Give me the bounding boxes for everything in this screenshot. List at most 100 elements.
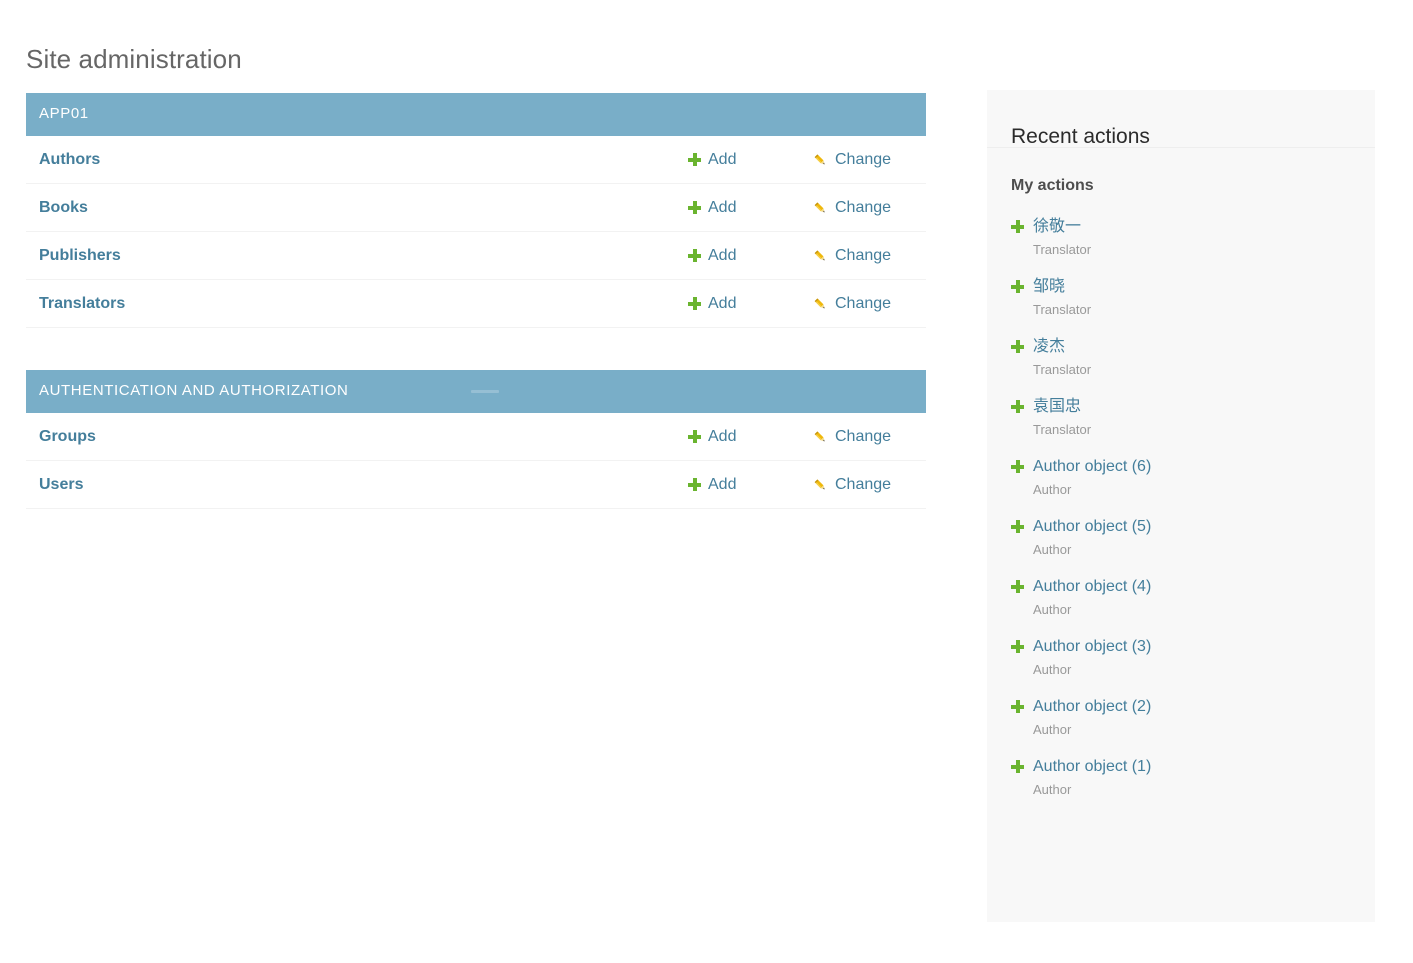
- recent-action-head: Author object (6): [1011, 457, 1351, 477]
- module-caption-label: AUTHENTICATION AND AUTHORIZATION: [39, 382, 349, 399]
- model-actions: Add Change: [688, 199, 913, 217]
- plus-icon: [1011, 760, 1024, 773]
- recent-action-item: 袁国忠 Translator: [1011, 397, 1351, 438]
- change-link-label: Change: [835, 198, 892, 216]
- module-caption-label: APP01: [39, 105, 89, 122]
- recent-action-item: Author object (3) Author: [1011, 637, 1351, 678]
- recent-action-head: Author object (4): [1011, 577, 1351, 597]
- plus-icon: [1011, 220, 1024, 233]
- pencil-icon: [813, 478, 828, 493]
- model-row: Translators Add Change: [26, 280, 926, 328]
- change-link[interactable]: Change: [813, 247, 913, 265]
- recent-action-object-link[interactable]: 徐敬一: [1033, 217, 1081, 237]
- recent-action-head: Author object (5): [1011, 517, 1351, 537]
- pencil-icon: [813, 297, 828, 312]
- recent-action-object-link[interactable]: Author object (1): [1033, 757, 1151, 777]
- add-link-label: Add: [708, 150, 737, 168]
- add-link-label: Add: [708, 246, 737, 264]
- model-row: Books Add Change: [26, 184, 926, 232]
- model-actions: Add Change: [688, 295, 913, 313]
- recent-action-head: 邹晓: [1011, 277, 1351, 297]
- app-module: AUTHENTICATION AND AUTHORIZATION Groups Ad…: [26, 370, 926, 509]
- model-row: Groups Add Change: [26, 413, 926, 461]
- recent-action-head: Author object (1): [1011, 757, 1351, 777]
- recent-action-head: 徐敬一: [1011, 217, 1351, 237]
- pencil-icon: [813, 201, 828, 216]
- recent-action-item: Author object (6) Author: [1011, 457, 1351, 498]
- model-row: Publishers Add Change: [26, 232, 926, 280]
- model-link-users[interactable]: Users: [39, 475, 688, 495]
- model-link-authors[interactable]: Authors: [39, 150, 688, 170]
- change-link[interactable]: Change: [813, 295, 913, 313]
- plus-icon: [688, 201, 701, 214]
- plus-icon: [1011, 700, 1024, 713]
- model-row: Users Add Change: [26, 461, 926, 509]
- recent-action-item: Author object (5) Author: [1011, 517, 1351, 558]
- recent-action-head: Author object (3): [1011, 637, 1351, 657]
- plus-icon: [1011, 340, 1024, 353]
- admin-index-page: Site administration APP01 Authors Add Chang…: [0, 0, 1413, 963]
- add-link[interactable]: Add: [688, 199, 813, 217]
- recent-action-object-link[interactable]: 袁国忠: [1033, 397, 1081, 417]
- plus-icon: [1011, 520, 1024, 533]
- pencil-icon: [813, 153, 828, 168]
- add-link[interactable]: Add: [688, 247, 813, 265]
- change-link[interactable]: Change: [813, 151, 913, 169]
- module-caption[interactable]: AUTHENTICATION AND AUTHORIZATION: [26, 370, 926, 413]
- recent-action-model-name: Translator: [1033, 422, 1092, 437]
- module-caption[interactable]: APP01: [26, 93, 926, 136]
- add-link[interactable]: Add: [688, 476, 813, 494]
- model-row: Authors Add Change: [26, 136, 926, 184]
- plus-icon: [1011, 400, 1024, 413]
- plus-icon: [1011, 280, 1024, 293]
- recent-action-model-name: Author: [1033, 782, 1072, 797]
- change-link[interactable]: Change: [813, 428, 913, 446]
- model-actions: Add Change: [688, 428, 913, 446]
- add-link-label: Add: [708, 427, 737, 445]
- change-link[interactable]: Change: [813, 199, 913, 217]
- add-link[interactable]: Add: [688, 428, 813, 446]
- change-link-label: Change: [835, 246, 892, 264]
- recent-action-object-link[interactable]: Author object (2): [1033, 697, 1151, 717]
- model-link-groups[interactable]: Groups: [39, 427, 688, 447]
- recent-action-object-link[interactable]: 邹晓: [1033, 277, 1065, 297]
- pencil-icon: [813, 249, 828, 264]
- recent-action-object-link[interactable]: Author object (3): [1033, 637, 1151, 657]
- model-actions: Add Change: [688, 151, 913, 169]
- recent-action-object-link[interactable]: 凌杰: [1033, 337, 1065, 357]
- recent-action-object-link[interactable]: Author object (5): [1033, 517, 1151, 537]
- recent-action-model-name: Author: [1033, 482, 1072, 497]
- recent-action-head: 袁国忠: [1011, 397, 1351, 417]
- plus-icon: [688, 153, 701, 166]
- recent-action-object-link[interactable]: Author object (6): [1033, 457, 1151, 477]
- model-link-translators[interactable]: Translators: [39, 294, 688, 314]
- recent-actions-list: 徐敬一 Translator 邹晓 Translator 凌杰 Translator 袁国忠…: [1011, 217, 1351, 798]
- recent-action-object-link[interactable]: Author object (4): [1033, 577, 1151, 597]
- add-link-label: Add: [708, 294, 737, 312]
- recent-action-model-name: Author: [1033, 602, 1072, 617]
- recent-action-model-name: Author: [1033, 662, 1072, 677]
- recent-action-model-name: Translator: [1033, 362, 1092, 377]
- recent-action-model-name: Translator: [1033, 302, 1092, 317]
- recent-action-model-name: Author: [1033, 722, 1072, 737]
- sidebar-title: Recent actions: [987, 90, 1375, 148]
- add-link-label: Add: [708, 475, 737, 493]
- model-actions: Add Change: [688, 247, 913, 265]
- module-collapse-toggle-icon[interactable]: [471, 390, 499, 393]
- add-link[interactable]: Add: [688, 295, 813, 313]
- recent-action-item: 徐敬一 Translator: [1011, 217, 1351, 258]
- plus-icon: [1011, 460, 1024, 473]
- change-link-label: Change: [835, 294, 892, 312]
- change-link-label: Change: [835, 475, 892, 493]
- sidebar-body: My actions 徐敬一 Translator 邹晓 Translator 凌杰 Tr…: [987, 148, 1375, 818]
- add-link[interactable]: Add: [688, 151, 813, 169]
- recent-actions-sidebar: Recent actions My actions 徐敬一 Translator 邹…: [987, 90, 1375, 922]
- plus-icon: [1011, 640, 1024, 653]
- recent-action-model-name: Translator: [1033, 242, 1092, 257]
- recent-action-item: Author object (4) Author: [1011, 577, 1351, 618]
- plus-icon: [688, 249, 701, 262]
- change-link[interactable]: Change: [813, 476, 913, 494]
- model-link-publishers[interactable]: Publishers: [39, 246, 688, 266]
- change-link-label: Change: [835, 427, 892, 445]
- model-link-books[interactable]: Books: [39, 198, 688, 218]
